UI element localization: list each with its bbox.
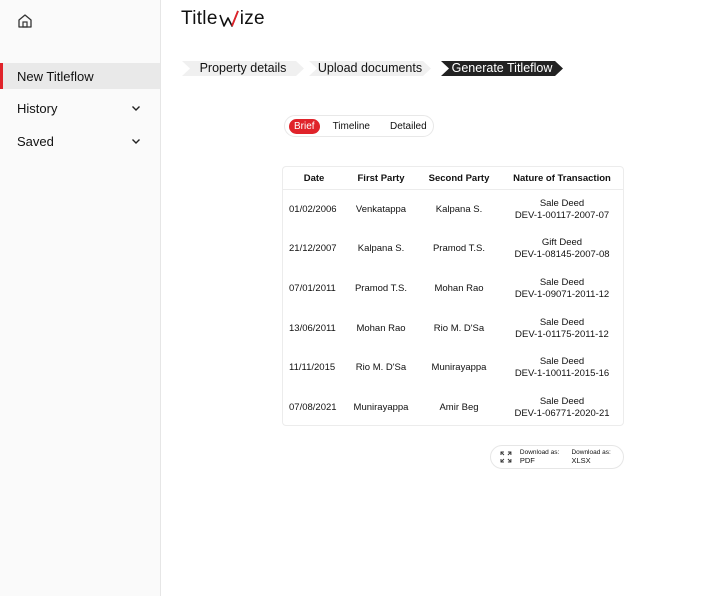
download-label: Download as:	[571, 449, 611, 456]
column-header-first-party: First Party	[345, 167, 417, 190]
sidebar-item-history[interactable]: History	[0, 95, 160, 121]
table-row: 21/12/2007 Kalpana S. Pramod T.S. Gift D…	[283, 230, 623, 270]
download-format-pdf: PDF	[519, 456, 535, 465]
cell-first-party: Rio M. D'Sa	[355, 362, 407, 374]
cell-nature-of-transaction: Gift Deed DEV-1-08145-2007-08	[501, 230, 623, 270]
table-row: 11/11/2015 Rio M. D'Sa Munirayappa Sale …	[283, 348, 623, 388]
column-header-second-party: Second Party	[417, 167, 501, 190]
transaction-type: Sale Deed	[539, 395, 585, 407]
tab-timeline[interactable]: Timeline	[328, 119, 375, 134]
document-number: DEV-1-08145-2007-08	[514, 249, 610, 261]
transaction-type: Sale Deed	[539, 316, 585, 328]
chevron-down-icon[interactable]	[130, 135, 142, 147]
cell-date: 13/06/2011	[289, 322, 336, 334]
cell-second-party: Amir Beg	[439, 401, 479, 413]
cell-second-party: Pramod T.S.	[432, 243, 486, 255]
document-number: DEV-1-10011-2015-16	[514, 368, 610, 380]
sidebar-item-label: New Titleflow	[17, 68, 94, 84]
cell-date: 07/08/2021	[289, 401, 337, 413]
table-row: 13/06/2011 Mohan Rao Rio M. D'Sa Sale De…	[283, 309, 623, 349]
chevron-down-icon[interactable]	[130, 102, 142, 114]
download-bar: Download as: PDF Download as: XLSX	[490, 445, 624, 469]
document-number: DEV-1-09071-2011-12	[514, 288, 610, 300]
app-logo: Title ize	[181, 8, 265, 30]
step-property-details[interactable]: Property details	[182, 61, 304, 76]
titleflow-table: Date First Party Second Party Nature of …	[282, 166, 624, 426]
document-number: DEV-1-01175-2011-12	[515, 328, 609, 340]
cell-nature-of-transaction: Sale Deed DEV-1-00117-2007-07	[501, 190, 623, 230]
cell-second-party: Rio M. D'Sa	[433, 322, 485, 334]
cell-first-party: Mohan Rao	[356, 322, 406, 334]
step-upload-documents[interactable]: Upload documents	[309, 61, 431, 76]
document-number: DEV-1-06771-2020-21	[514, 407, 610, 419]
cell-date: 11/11/2015	[289, 362, 336, 374]
cell-first-party: Munirayappa	[353, 401, 409, 413]
logo-w-mark	[218, 10, 239, 27]
cell-first-party: Venkatappa	[355, 203, 407, 215]
cell-nature-of-transaction: Sale Deed DEV-1-10011-2015-16	[501, 348, 623, 388]
document-number: DEV-1-00117-2007-07	[514, 209, 610, 221]
transaction-type: Sale Deed	[539, 356, 585, 368]
cell-date: 01/02/2006	[289, 203, 337, 215]
column-header-nature-of-transaction: Nature of Transaction	[501, 167, 623, 190]
view-tabs: Brief Timeline Detailed	[284, 115, 434, 137]
transaction-type: Sale Deed	[539, 197, 585, 209]
cell-second-party: Kalpana S.	[435, 203, 483, 215]
cell-nature-of-transaction: Sale Deed DEV-1-01175-2011-12	[501, 309, 623, 349]
cell-nature-of-transaction: Sale Deed DEV-1-09071-2011-12	[501, 269, 623, 309]
expand-icon[interactable]	[500, 451, 512, 463]
download-xlsx-button[interactable]: Download as: XLSX	[571, 449, 623, 465]
table-row: 07/01/2011 Pramod T.S. Mohan Rao Sale De…	[283, 269, 623, 309]
home-icon[interactable]	[16, 12, 34, 30]
sidebar-item-saved[interactable]: Saved	[0, 128, 160, 154]
download-pdf-button[interactable]: Download as: PDF	[520, 449, 572, 465]
transaction-type: Sale Deed	[539, 276, 585, 288]
download-format-xlsx: XLSX	[571, 456, 591, 465]
column-header-date: Date	[283, 167, 345, 190]
cell-date: 07/01/2011	[289, 282, 336, 294]
table-header-row: Date First Party Second Party Nature of …	[283, 167, 623, 190]
sidebar-item-label: History	[17, 100, 58, 116]
download-label: Download as:	[519, 449, 560, 456]
cell-second-party: Munirayappa	[431, 362, 487, 374]
transaction-type: Gift Deed	[541, 237, 583, 249]
cell-first-party: Kalpana S.	[357, 243, 405, 255]
step-generate-titleflow[interactable]: Generate Titleflow	[441, 61, 563, 76]
sidebar: New Titleflow History Saved	[0, 0, 161, 596]
cell-nature-of-transaction: Sale Deed DEV-1-06771-2020-21	[501, 388, 623, 428]
tab-detailed[interactable]: Detailed	[385, 119, 432, 134]
logo-text-prefix: Title	[181, 8, 218, 29]
cell-first-party: Pramod T.S.	[354, 282, 408, 294]
sidebar-item-new-titleflow[interactable]: New Titleflow	[0, 63, 160, 89]
logo-text-suffix: ize	[239, 8, 265, 29]
tab-brief[interactable]: Brief	[289, 118, 320, 134]
cell-date: 21/12/2007	[289, 243, 337, 255]
cell-second-party: Mohan Rao	[434, 282, 484, 294]
sidebar-item-label: Saved	[17, 133, 54, 149]
table-row: 07/08/2021 Munirayappa Amir Beg Sale Dee…	[283, 388, 623, 428]
table-row: 01/02/2006 Venkatappa Kalpana S. Sale De…	[283, 190, 623, 230]
